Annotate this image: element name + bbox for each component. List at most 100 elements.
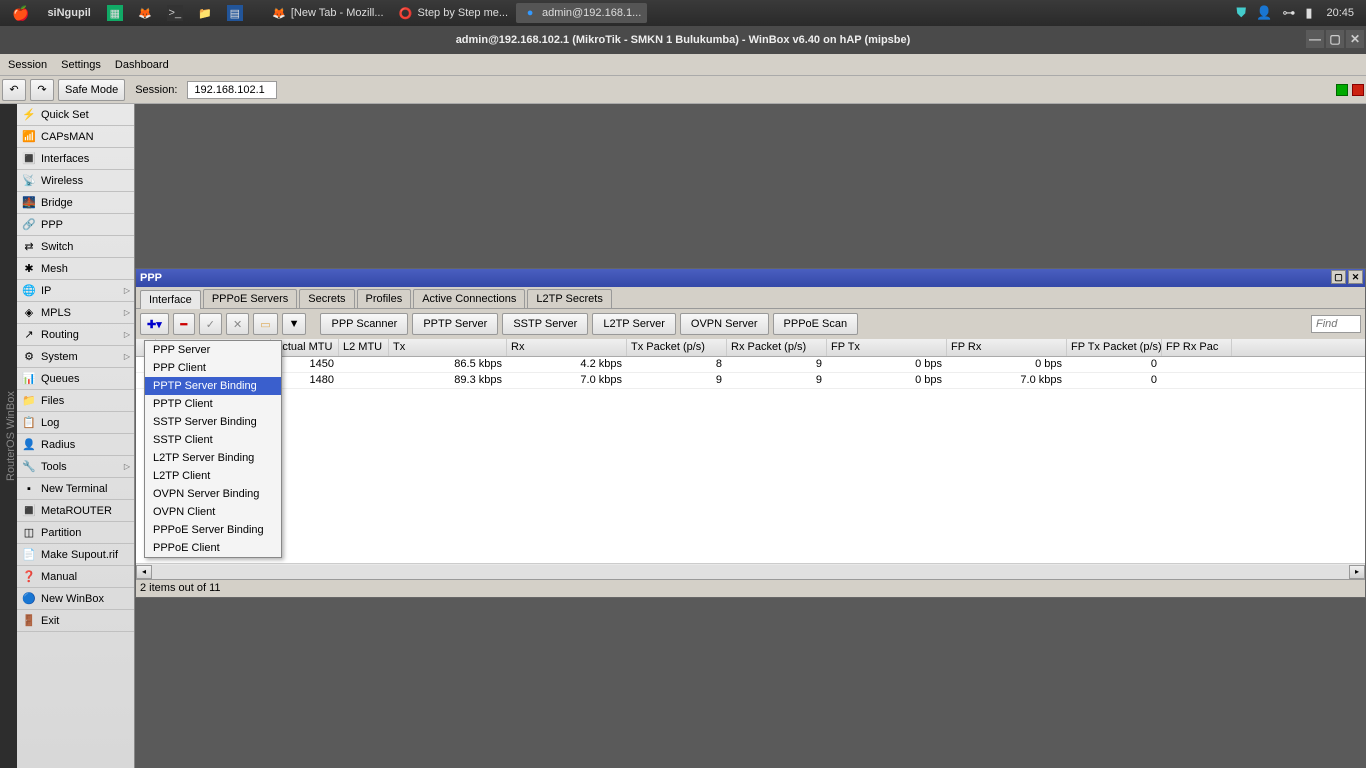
- find-input[interactable]: [1311, 315, 1361, 333]
- tab-active-connections[interactable]: Active Connections: [413, 289, 525, 308]
- disable-button[interactable]: ✕: [226, 313, 249, 335]
- minimize-button[interactable]: —: [1306, 30, 1324, 48]
- table-row[interactable]: PTP Server Binding145086.5 kbps4.2 kbps8…: [136, 357, 1365, 373]
- sidebar-item-routing[interactable]: ↗Routing▷: [17, 324, 134, 346]
- task-launcher-2[interactable]: 🦊: [131, 3, 159, 23]
- tab-l2tp-secrets[interactable]: L2TP Secrets: [527, 289, 611, 308]
- dropdown-item-ovpn-client[interactable]: OVPN Client: [145, 503, 281, 521]
- taskbar-item-browser[interactable]: ⭕Step by Step me...: [392, 3, 515, 23]
- os-title: siNgupil: [39, 7, 98, 19]
- column-header[interactable]: FP Rx Pac: [1162, 339, 1232, 356]
- horizontal-scrollbar[interactable]: ◂ ▸: [136, 563, 1365, 579]
- task-launcher-1[interactable]: ▦: [101, 3, 129, 23]
- column-header[interactable]: L2 MTU: [339, 339, 389, 356]
- dropdown-item-sstp-client[interactable]: SSTP Client: [145, 431, 281, 449]
- clock[interactable]: 20:45: [1318, 7, 1362, 19]
- ppp-close-button[interactable]: ✕: [1348, 270, 1363, 284]
- sidebar-item-make-supout-rif[interactable]: 📄Make Supout.rif: [17, 544, 134, 566]
- sidebar-item-interfaces[interactable]: 🔳Interfaces: [17, 148, 134, 170]
- task-launcher-5[interactable]: ▤: [221, 3, 249, 23]
- sidebar-item-switch[interactable]: ⇄Switch: [17, 236, 134, 258]
- column-header[interactable]: FP Rx: [947, 339, 1067, 356]
- pppoe-scan-button[interactable]: PPPoE Scan: [773, 313, 859, 335]
- sidebar-icon: ▪: [21, 481, 37, 497]
- l2tp-server-button[interactable]: L2TP Server: [592, 313, 676, 335]
- sidebar-item-files[interactable]: 📁Files: [17, 390, 134, 412]
- safe-mode-button[interactable]: Safe Mode: [58, 79, 125, 101]
- sidebar-item-metarouter[interactable]: 🔳MetaROUTER: [17, 500, 134, 522]
- sidebar-item-manual[interactable]: ❓Manual: [17, 566, 134, 588]
- user-icon[interactable]: 👤: [1252, 5, 1276, 21]
- dropdown-item-pptp-server-binding[interactable]: PPTP Server Binding: [145, 377, 281, 395]
- dropdown-item-l2tp-server-binding[interactable]: L2TP Server Binding: [145, 449, 281, 467]
- dropdown-item-pppoe-client[interactable]: PPPoE Client: [145, 539, 281, 557]
- enable-button[interactable]: ✓: [199, 313, 222, 335]
- dropdown-item-ppp-client[interactable]: PPP Client: [145, 359, 281, 377]
- tab-profiles[interactable]: Profiles: [357, 289, 412, 308]
- sidebar-item-log[interactable]: 📋Log: [17, 412, 134, 434]
- dropdown-item-l2tp-client[interactable]: L2TP Client: [145, 467, 281, 485]
- sidebar-item-capsman[interactable]: 📶CAPsMAN: [17, 126, 134, 148]
- table-row[interactable]: PoE Client148089.3 kbps7.0 kbps990 bps7.…: [136, 373, 1365, 389]
- sidebar-item-ip[interactable]: 🌐IP▷: [17, 280, 134, 302]
- dropdown-item-pppoe-server-binding[interactable]: PPPoE Server Binding: [145, 521, 281, 539]
- sidebar-item-new-winbox[interactable]: 🔵New WinBox: [17, 588, 134, 610]
- column-header[interactable]: Rx: [507, 339, 627, 356]
- battery-icon[interactable]: ▮: [1301, 5, 1316, 21]
- comment-button[interactable]: ▭: [253, 313, 277, 335]
- close-button[interactable]: ✕: [1346, 30, 1364, 48]
- dropdown-item-ovpn-server-binding[interactable]: OVPN Server Binding: [145, 485, 281, 503]
- sidebar-item-radius[interactable]: 👤Radius: [17, 434, 134, 456]
- add-button[interactable]: ✚▾: [140, 313, 169, 335]
- key-icon[interactable]: ⊶: [1278, 5, 1299, 21]
- sidebar-item-wireless[interactable]: 📡Wireless: [17, 170, 134, 192]
- menu-session[interactable]: Session: [8, 59, 47, 71]
- sidebar-item-bridge[interactable]: 🌉Bridge: [17, 192, 134, 214]
- sidebar-icon: 🔧: [21, 459, 37, 475]
- dropdown-item-ppp-server[interactable]: PPP Server: [145, 341, 281, 359]
- sidebar-item-mesh[interactable]: ✱Mesh: [17, 258, 134, 280]
- maximize-button[interactable]: ▢: [1326, 30, 1344, 48]
- sidebar-item-ppp[interactable]: 🔗PPP: [17, 214, 134, 236]
- sidebar-item-partition[interactable]: ◫Partition: [17, 522, 134, 544]
- session-address[interactable]: 192.168.102.1: [187, 81, 277, 99]
- tab-interface[interactable]: Interface: [140, 290, 201, 309]
- sidebar-item-exit[interactable]: 🚪Exit: [17, 610, 134, 632]
- undo-button[interactable]: ↶: [2, 79, 26, 101]
- taskbar-item-firefox[interactable]: 🦊[New Tab - Mozill...: [265, 3, 390, 23]
- sstp-server-button[interactable]: SSTP Server: [502, 313, 588, 335]
- dropdown-item-pptp-client[interactable]: PPTP Client: [145, 395, 281, 413]
- menu-dashboard[interactable]: Dashboard: [115, 59, 169, 71]
- sidebar-item-system[interactable]: ⚙System▷: [17, 346, 134, 368]
- remove-button[interactable]: ━: [173, 313, 195, 335]
- column-header[interactable]: Tx Packet (p/s): [627, 339, 727, 356]
- sidebar-item-new-terminal[interactable]: ▪New Terminal: [17, 478, 134, 500]
- tab-secrets[interactable]: Secrets: [299, 289, 354, 308]
- sidebar-item-quick-set[interactable]: ⚡Quick Set: [17, 104, 134, 126]
- ovpn-server-button[interactable]: OVPN Server: [680, 313, 769, 335]
- sidebar-item-queues[interactable]: 📊Queues: [17, 368, 134, 390]
- redo-button[interactable]: ↷: [30, 79, 54, 101]
- sidebar-item-mpls[interactable]: ◈MPLS▷: [17, 302, 134, 324]
- dropdown-item-sstp-server-binding[interactable]: SSTP Server Binding: [145, 413, 281, 431]
- sidebar-item-tools[interactable]: 🔧Tools▷: [17, 456, 134, 478]
- column-header[interactable]: Tx: [389, 339, 507, 356]
- scroll-right-button[interactable]: ▸: [1349, 565, 1365, 579]
- scroll-left-button[interactable]: ◂: [136, 565, 152, 579]
- shield-icon[interactable]: ⛊: [1232, 5, 1250, 21]
- column-header[interactable]: Rx Packet (p/s): [727, 339, 827, 356]
- apple-icon[interactable]: 🍎: [4, 5, 37, 22]
- tab-pppoe-servers[interactable]: PPPoE Servers: [203, 289, 297, 308]
- menu-settings[interactable]: Settings: [61, 59, 101, 71]
- column-header[interactable]: FP Tx Packet (p/s): [1067, 339, 1162, 356]
- taskbar-item-winbox[interactable]: ●admin@192.168.1...: [516, 3, 647, 23]
- ppp-scanner-button[interactable]: PPP Scanner: [320, 313, 408, 335]
- column-header[interactable]: FP Tx: [827, 339, 947, 356]
- filter-button[interactable]: ▼: [282, 313, 307, 335]
- table-cell: 0 bps: [947, 357, 1067, 372]
- ppp-maximize-button[interactable]: ▢: [1331, 270, 1346, 284]
- sidebar-icon: 📋: [21, 415, 37, 431]
- task-launcher-4[interactable]: 📁: [191, 3, 219, 23]
- pptp-server-button[interactable]: PPTP Server: [412, 313, 498, 335]
- task-launcher-3[interactable]: >_: [161, 3, 189, 23]
